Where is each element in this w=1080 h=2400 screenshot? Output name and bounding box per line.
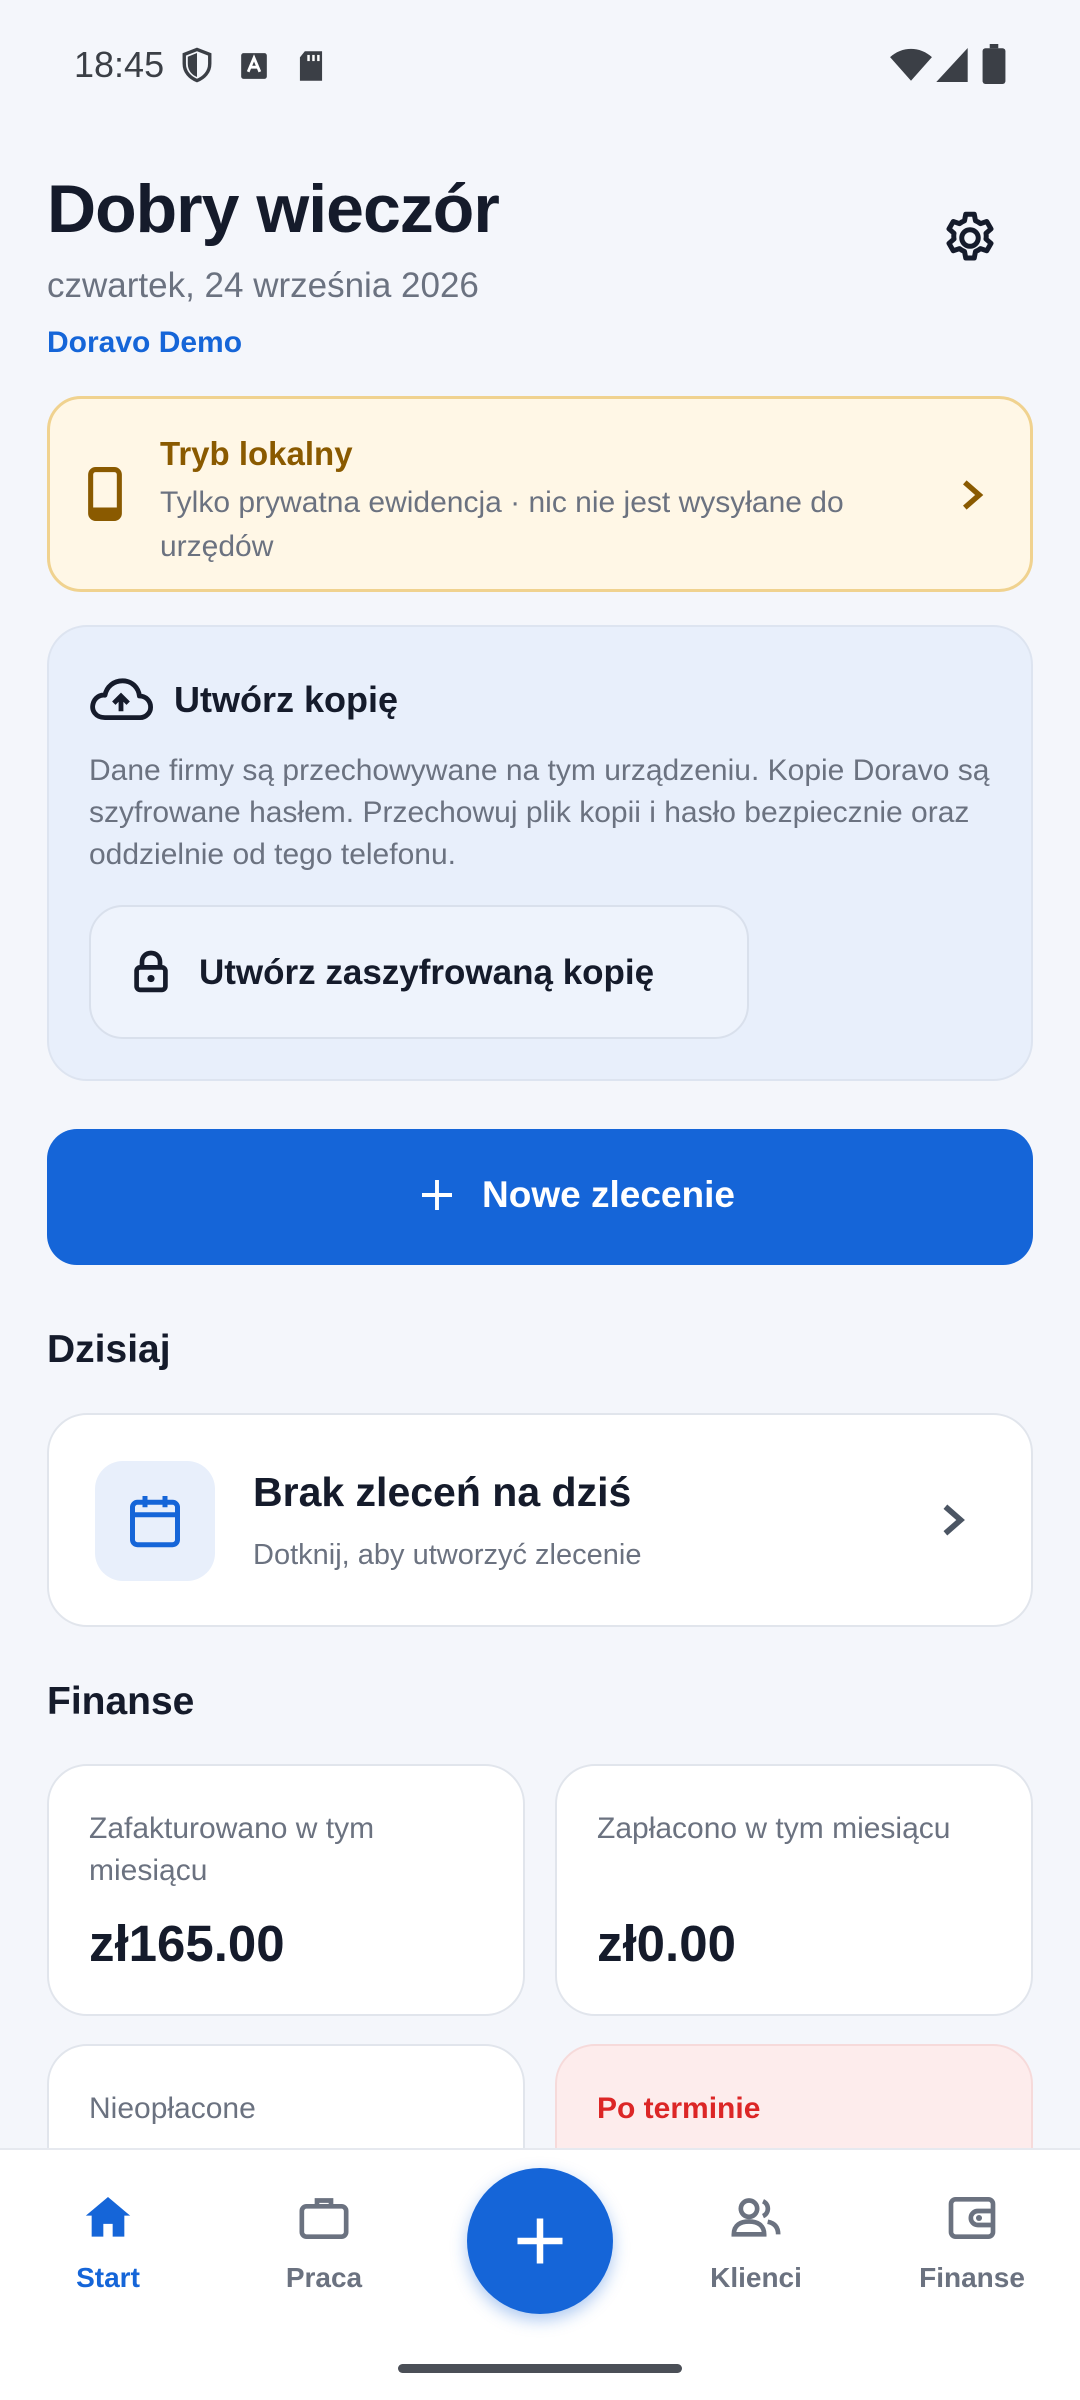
status-bar: 18:45 xyxy=(0,0,1080,130)
nav-item-finanse[interactable]: Finanse xyxy=(872,2190,1072,2294)
nav-label: Finanse xyxy=(919,2262,1025,2293)
date-label: czwartek, 24 września 2026 xyxy=(47,266,479,305)
finance-card-label: Zafakturowano w tym miesiącu xyxy=(89,1812,375,1887)
status-time: 18:45 xyxy=(74,44,165,85)
gesture-home-indicator[interactable] xyxy=(398,2364,682,2373)
finance-card-invoiced[interactable]: Zafakturowano w tym miesiącu zł165.00 xyxy=(47,1764,525,2016)
new-order-label: Nowe zlecenie xyxy=(482,1174,735,1215)
signal-icon xyxy=(936,48,968,82)
shield-icon xyxy=(182,47,212,83)
people-icon xyxy=(731,2198,781,2237)
finance-card-value: zł0.00 xyxy=(597,1915,736,1972)
plus-icon xyxy=(517,2218,563,2264)
nav-label: Praca xyxy=(285,2262,363,2293)
calendar-icon xyxy=(130,1496,180,1548)
finance-card-value: zł165.00 xyxy=(89,1915,285,1972)
today-empty-card[interactable]: Brak zleceń na dziś Dotknij, aby utworzy… xyxy=(47,1413,1033,1627)
local-mode-card[interactable]: Tryb lokalny Tylko prywatna ewidencja · … xyxy=(47,396,1033,592)
phone-icon xyxy=(88,467,122,521)
create-encrypted-backup-button[interactable]: Utwórz zaszyfrowaną kopię xyxy=(89,905,749,1039)
finance-card-label: Zapłacono w tym miesiącu xyxy=(597,1812,951,1845)
finance-card-label: Po terminie xyxy=(597,2092,761,2125)
today-heading: Dzisiaj xyxy=(47,1328,171,1371)
company-name[interactable]: Doravo Demo xyxy=(47,326,242,360)
chevron-right-icon xyxy=(963,480,984,510)
backup-description: Dane firmy są przechowywane na tym urząd… xyxy=(89,754,990,871)
nav-label: Start xyxy=(76,2262,140,2293)
calendar-icon-box xyxy=(95,1461,215,1581)
chevron-right-icon xyxy=(943,1504,965,1536)
finance-card-paid[interactable]: Zapłacono w tym miesiącu zł0.00 xyxy=(555,1764,1033,2016)
add-fab-button[interactable] xyxy=(467,2168,613,2314)
wifi-icon xyxy=(890,48,932,81)
backup-card: Utwórz kopię Dane firmy są przechowywane… xyxy=(47,625,1033,1081)
lock-icon xyxy=(134,950,168,993)
today-empty-subtitle: Dotknij, aby utworzyć zlecenie xyxy=(253,1539,642,1571)
create-encrypted-backup-label: Utwórz zaszyfrowaną kopię xyxy=(199,953,655,992)
sd-card-icon xyxy=(299,51,323,81)
new-order-button[interactable]: Nowe zlecenie xyxy=(47,1129,1033,1265)
briefcase-icon xyxy=(299,2198,349,2239)
greeting-title: Dobry wieczór xyxy=(47,171,500,247)
local-mode-title: Tryb lokalny xyxy=(160,435,353,472)
wallet-icon xyxy=(948,2197,996,2239)
keyboard-a-icon xyxy=(241,53,267,79)
today-empty-title: Brak zleceń na dziś xyxy=(253,1469,632,1515)
nav-item-praca[interactable]: Praca xyxy=(224,2190,424,2294)
nav-item-start[interactable]: Start xyxy=(8,2190,208,2294)
nav-label: Klienci xyxy=(710,2262,802,2293)
local-mode-subtitle: Tylko prywatna ewidencja · nic nie jest … xyxy=(160,486,844,563)
backup-title: Utwórz kopię xyxy=(174,679,399,720)
battery-icon xyxy=(982,44,1006,84)
finance-card-label: Nieopłacone xyxy=(89,2092,256,2125)
nav-item-klienci[interactable]: Klienci xyxy=(656,2190,856,2294)
settings-gear-icon[interactable] xyxy=(940,208,1000,268)
cloud-upload-icon xyxy=(90,678,153,720)
plus-icon xyxy=(422,1180,452,1210)
finance-heading: Finanse xyxy=(47,1680,195,1723)
home-icon xyxy=(85,2197,131,2237)
